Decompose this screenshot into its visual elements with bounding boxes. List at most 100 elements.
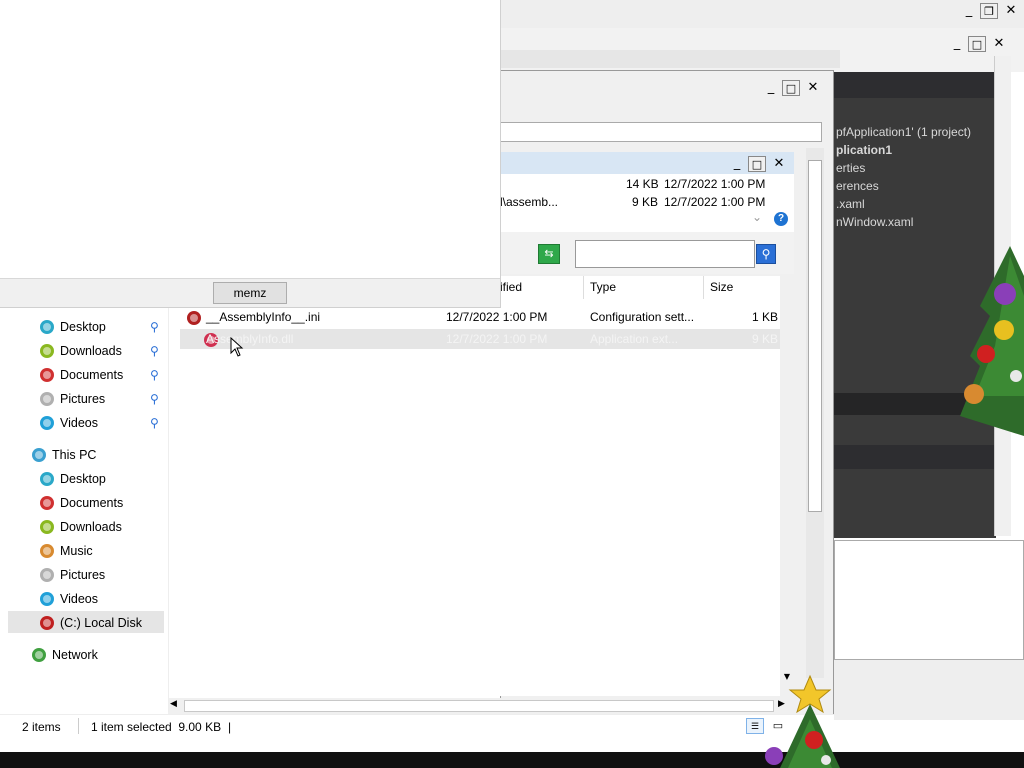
middle-scroll-thumb[interactable] xyxy=(808,160,822,512)
toolbar-strip xyxy=(500,50,840,68)
maximize-button-mid[interactable]: □ xyxy=(782,80,800,96)
file-type: Configuration sett... xyxy=(590,310,695,324)
nav-label: Pictures xyxy=(60,568,106,582)
close-button-bg1[interactable]: ✕ xyxy=(1002,3,1020,19)
recent-row-0-size: 14 KB xyxy=(626,177,659,191)
minimize-button-mid[interactable]: _ xyxy=(762,80,780,96)
search-input[interactable] xyxy=(575,240,755,268)
maximize-button-bg2[interactable]: □ xyxy=(968,36,986,52)
file-name[interactable]: AssemblyInfo.dll xyxy=(206,332,293,346)
pin-icon[interactable]: ⚲ xyxy=(150,344,159,358)
column-header-modified[interactable]: ified xyxy=(494,276,584,299)
pin-icon[interactable]: ⚲ xyxy=(150,416,159,430)
close-button-mid[interactable]: ✕ xyxy=(804,80,822,96)
christmas-tree-bottom-icon xyxy=(765,674,840,768)
nav-pc-videos[interactable]: Videos xyxy=(40,588,98,610)
file-size: 9 KB xyxy=(752,332,779,346)
nav-label: Network xyxy=(52,648,98,662)
file-ini-icon xyxy=(187,310,201,325)
vs-lower-panel-2 xyxy=(834,660,1024,720)
pin-icon[interactable]: ⚲ xyxy=(150,320,159,334)
nav-label: Desktop xyxy=(60,320,106,334)
memz-button[interactable]: memz xyxy=(213,282,287,304)
nav-label: (C:) Local Disk xyxy=(60,616,142,630)
column-header-type[interactable]: Type xyxy=(584,276,704,299)
vs-line-6[interactable]: nWindow.xaml xyxy=(836,215,913,229)
chevron-down-icon[interactable]: ⌄ xyxy=(752,210,762,224)
status-divider xyxy=(78,718,79,734)
vs-lower-panel xyxy=(834,540,1024,660)
nav-label: This PC xyxy=(52,448,97,462)
nav-pc-local-disk[interactable]: (C:) Local Disk xyxy=(40,612,142,634)
vs-line-1[interactable]: pfApplication1' (1 project) xyxy=(836,125,971,139)
nav-pc-downloads[interactable]: Downloads xyxy=(40,516,122,538)
minimize-button-bg1[interactable]: _ xyxy=(960,3,978,19)
nav-label: Pictures xyxy=(60,392,106,406)
refresh-button[interactable]: ⇆ xyxy=(538,244,560,264)
popup-window xyxy=(0,0,501,308)
recent-row-1-modified: 12/7/2022 1:00 PM xyxy=(664,195,766,209)
close-button-bg2[interactable]: ✕ xyxy=(990,36,1008,52)
file-size: 1 KB xyxy=(752,310,779,324)
search-icon[interactable]: ⚲ xyxy=(756,244,776,264)
nav-quick-videos[interactable]: Videos xyxy=(40,412,98,434)
this-pc-icon xyxy=(32,447,46,462)
pictures-icon xyxy=(40,391,54,406)
maximize-button-explorer[interactable]: □ xyxy=(748,156,766,172)
minimize-button-explorer[interactable]: _ xyxy=(728,156,746,172)
nav-pc-pictures[interactable]: Pictures xyxy=(40,564,105,586)
recent-row-1-size: 9 KB xyxy=(632,195,659,209)
nav-label: Videos xyxy=(60,592,98,606)
mouse-cursor-icon xyxy=(230,337,244,357)
nav-quick-documents[interactable]: Documents xyxy=(40,364,123,386)
pin-icon[interactable]: ⚲ xyxy=(150,368,159,382)
nav-pc-desktop[interactable]: Desktop xyxy=(40,468,106,490)
list-vertical-scrollbar[interactable] xyxy=(780,276,794,696)
address-bar[interactable] xyxy=(500,122,822,142)
vs-line-4[interactable]: erences xyxy=(836,179,879,193)
downloads-icon xyxy=(40,343,54,358)
solution-explorer-header xyxy=(826,72,996,98)
nav-this-pc[interactable]: This PC xyxy=(32,444,96,466)
nav-network[interactable]: Network xyxy=(32,644,98,666)
videos-icon xyxy=(40,415,54,430)
recent-row-0-modified: 12/7/2022 1:00 PM xyxy=(664,177,766,191)
nav-quick-downloads[interactable]: Downloads xyxy=(40,340,122,362)
close-button-explorer[interactable]: ✕ xyxy=(770,156,788,172)
nav-label: Documents xyxy=(60,368,124,382)
desktop-icon xyxy=(40,471,54,486)
column-header-size[interactable]: Size xyxy=(704,276,784,299)
file-modified: 12/7/2022 1:00 PM xyxy=(446,310,548,324)
pin-icon[interactable]: ⚲ xyxy=(150,392,159,406)
taskbar xyxy=(0,752,1024,768)
downloads-icon xyxy=(40,519,54,534)
status-selected: 1 item selected 9.00 KB xyxy=(91,720,222,734)
help-icon[interactable]: ? xyxy=(774,212,788,226)
nav-quick-pictures[interactable]: Pictures xyxy=(40,388,105,410)
documents-icon xyxy=(40,495,54,510)
file-modified: 12/7/2022 1:00 PM xyxy=(446,332,548,346)
vs-band-2 xyxy=(826,445,996,469)
vs-line-5[interactable]: .xaml xyxy=(836,197,865,211)
nav-pc-music[interactable]: Music xyxy=(40,540,93,562)
minimize-button-bg2[interactable]: _ xyxy=(948,36,966,52)
status-cursor: | xyxy=(228,720,232,734)
scroll-left-arrow[interactable]: ◀ xyxy=(170,699,177,709)
status-item-count: 2 items xyxy=(22,720,61,734)
recent-row-1-name[interactable]: l\assemb... xyxy=(500,195,558,209)
nav-label: Downloads xyxy=(60,344,122,358)
nav-label: Desktop xyxy=(60,472,106,486)
background-window-top xyxy=(500,0,1024,29)
file-type: Application ext... xyxy=(590,332,679,346)
pictures-icon xyxy=(40,567,54,582)
vs-line-3[interactable]: erties xyxy=(836,161,865,175)
nav-label: Music xyxy=(60,544,93,558)
file-name[interactable]: __AssemblyInfo__.ini xyxy=(206,310,320,324)
vs-line-2[interactable]: plication1 xyxy=(836,143,892,157)
nav-pc-documents[interactable]: Documents xyxy=(40,492,123,514)
network-icon xyxy=(32,647,46,662)
restore-button-bg1[interactable]: ❐ xyxy=(980,3,998,19)
horizontal-scroll-thumb[interactable] xyxy=(184,700,774,712)
nav-quick-desktop[interactable]: Desktop xyxy=(40,316,106,338)
nav-label: Downloads xyxy=(60,520,122,534)
